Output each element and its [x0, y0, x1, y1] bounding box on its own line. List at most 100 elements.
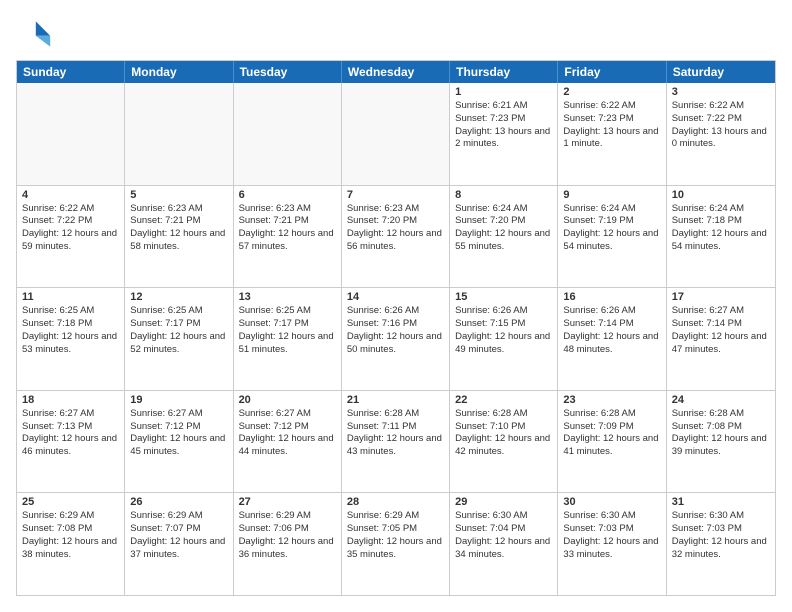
info-line: Sunrise: 6:21 AM	[455, 100, 527, 111]
info-line: Daylight: 13 hours and 2 minutes.	[455, 126, 550, 150]
day-info: Sunrise: 6:28 AMSunset: 7:10 PMDaylight:…	[455, 408, 552, 459]
info-line: Sunrise: 6:25 AM	[22, 305, 94, 316]
day-cell-4: 4Sunrise: 6:22 AMSunset: 7:22 PMDaylight…	[17, 186, 125, 288]
info-line: Sunset: 7:16 PM	[347, 318, 417, 329]
day-cell-24: 24Sunrise: 6:28 AMSunset: 7:08 PMDayligh…	[667, 391, 775, 493]
info-line: Daylight: 12 hours and 43 minutes.	[347, 433, 442, 457]
info-line: Sunrise: 6:29 AM	[130, 510, 202, 521]
info-line: Sunset: 7:08 PM	[672, 421, 742, 432]
day-cell-2: 2Sunrise: 6:22 AMSunset: 7:23 PMDaylight…	[558, 83, 666, 185]
day-cell-15: 15Sunrise: 6:26 AMSunset: 7:15 PMDayligh…	[450, 288, 558, 390]
info-line: Sunrise: 6:27 AM	[130, 408, 202, 419]
day-info: Sunrise: 6:24 AMSunset: 7:20 PMDaylight:…	[455, 203, 552, 254]
info-line: Sunset: 7:10 PM	[455, 421, 525, 432]
day-number: 19	[130, 394, 227, 406]
day-info: Sunrise: 6:24 AMSunset: 7:18 PMDaylight:…	[672, 203, 770, 254]
day-cell-8: 8 Sunrise: 6:24 AMSunset: 7:20 PMDaylight…	[450, 186, 558, 288]
day-cell-26: 26Sunrise: 6:29 AMSunset: 7:07 PMDayligh…	[125, 493, 233, 595]
day-info: Sunrise: 6:27 AMSunset: 7:13 PMDaylight:…	[22, 408, 119, 459]
info-line: Daylight: 12 hours and 33 minutes.	[563, 536, 658, 560]
day-info: Sunrise: 6:23 AMSunset: 7:21 PMDaylight:…	[239, 203, 336, 254]
info-line: Daylight: 12 hours and 52 minutes.	[130, 331, 225, 355]
info-line: Sunrise: 6:28 AM	[563, 408, 635, 419]
day-info: Sunrise: 6:22 AMSunset: 7:23 PMDaylight:…	[563, 100, 660, 151]
info-line: Sunset: 7:14 PM	[563, 318, 633, 329]
day-cell-14: 14Sunrise: 6:26 AMSunset: 7:16 PMDayligh…	[342, 288, 450, 390]
header-day-friday: Friday	[558, 61, 666, 83]
day-info: Sunrise: 6:23 AMSunset: 7:21 PMDaylight:…	[130, 203, 227, 254]
day-cell-27: 27Sunrise: 6:29 AMSunset: 7:06 PMDayligh…	[234, 493, 342, 595]
day-number: 21	[347, 394, 444, 406]
day-number: 8	[455, 189, 552, 201]
info-line: Sunrise: 6:29 AM	[22, 510, 94, 521]
day-number: 12	[130, 291, 227, 303]
info-line: Sunset: 7:19 PM	[563, 215, 633, 226]
header	[16, 16, 776, 52]
day-number: 10	[672, 189, 770, 201]
info-line: Sunset: 7:03 PM	[672, 523, 742, 534]
header-day-thursday: Thursday	[450, 61, 558, 83]
info-line: Sunrise: 6:25 AM	[239, 305, 311, 316]
day-cell-10: 10 Sunrise: 6:24 AMSunset: 7:18 PMDayligh…	[667, 186, 775, 288]
day-info: Sunrise: 6:22 AMSunset: 7:22 PMDaylight:…	[22, 203, 119, 254]
day-cell-28: 28Sunrise: 6:29 AMSunset: 7:05 PMDayligh…	[342, 493, 450, 595]
day-info: Sunrise: 6:26 AMSunset: 7:14 PMDaylight:…	[563, 305, 660, 356]
info-line: Daylight: 12 hours and 45 minutes.	[130, 433, 225, 457]
day-info: Sunrise: 6:27 AMSunset: 7:14 PMDaylight:…	[672, 305, 770, 356]
info-line: Daylight: 13 hours and 0 minutes.	[672, 126, 767, 150]
info-line: Sunrise: 6:28 AM	[455, 408, 527, 419]
day-info: Sunrise: 6:29 AMSunset: 7:08 PMDaylight:…	[22, 510, 119, 561]
header-day-wednesday: Wednesday	[342, 61, 450, 83]
day-info: Sunrise: 6:27 AMSunset: 7:12 PMDaylight:…	[130, 408, 227, 459]
info-line: Sunset: 7:05 PM	[347, 523, 417, 534]
info-line: Daylight: 12 hours and 48 minutes.	[563, 331, 658, 355]
day-cell-30: 30Sunrise: 6:30 AMSunset: 7:03 PMDayligh…	[558, 493, 666, 595]
info-line: Daylight: 12 hours and 34 minutes.	[455, 536, 550, 560]
info-line: Sunrise: 6:30 AM	[672, 510, 744, 521]
header-day-monday: Monday	[125, 61, 233, 83]
info-line: Sunset: 7:22 PM	[672, 113, 742, 124]
info-line: Daylight: 12 hours and 49 minutes.	[455, 331, 550, 355]
info-line: Daylight: 12 hours and 37 minutes.	[130, 536, 225, 560]
info-line: Daylight: 12 hours and 54 minutes.	[672, 228, 767, 252]
info-line: Sunrise: 6:30 AM	[455, 510, 527, 521]
info-line: Daylight: 12 hours and 51 minutes.	[239, 331, 334, 355]
info-line: Sunset: 7:13 PM	[22, 421, 92, 432]
logo	[16, 16, 56, 52]
info-line: Sunset: 7:17 PM	[130, 318, 200, 329]
info-line: Sunrise: 6:24 AM	[672, 203, 744, 214]
info-line: Sunrise: 6:27 AM	[239, 408, 311, 419]
info-line: Sunset: 7:08 PM	[22, 523, 92, 534]
info-line: Sunrise: 6:22 AM	[563, 100, 635, 111]
day-number: 22	[455, 394, 552, 406]
day-info: Sunrise: 6:28 AMSunset: 7:11 PMDaylight:…	[347, 408, 444, 459]
info-line: Daylight: 12 hours and 53 minutes.	[22, 331, 117, 355]
info-line: Sunrise: 6:28 AM	[672, 408, 744, 419]
calendar-week-3: 11 Sunrise: 6:25 AM Sunset: 7:18 PM Dayligh…	[17, 287, 775, 390]
day-cell-11: 11 Sunrise: 6:25 AM Sunset: 7:18 PM Dayligh…	[17, 288, 125, 390]
empty-cell	[17, 83, 125, 185]
day-info: Sunrise: 6:30 AM Sunset: 7:03 PM Daylight:…	[672, 510, 770, 561]
day-info: Sunrise: 6:25 AMSunset: 7:17 PMDaylight:…	[130, 305, 227, 356]
info-line: Sunset: 7:11 PM	[347, 421, 417, 432]
info-line: Sunset: 7:15 PM	[455, 318, 525, 329]
info-line: Sunset: 7:21 PM	[239, 215, 309, 226]
day-number: 11	[22, 291, 119, 303]
day-cell-31: 31Sunrise: 6:30 AMSunset: 7:03 PMDayligh…	[667, 493, 775, 595]
info-line: Sunset: 7:18 PM	[22, 318, 92, 329]
day-info: Sunrise: 6:24 AMSunset: 7:19 PMDaylight:…	[563, 203, 660, 254]
day-number: 23	[563, 394, 660, 406]
day-info: Sunrise: 6:27 AMSunset: 7:12 PMDaylight:…	[239, 408, 336, 459]
info-line: Daylight: 12 hours and 32 minutes.	[672, 536, 767, 560]
day-cell-12: 12 Sunrise: 6:25 AMSunset: 7:17 PMDayligh…	[125, 288, 233, 390]
info-line: Daylight: 12 hours and 55 minutes.	[455, 228, 550, 252]
day-cell-25: 25Sunrise: 6:29 AMSunset: 7:08 PMDayligh…	[17, 493, 125, 595]
info-line: Daylight: 13 hours and 1 minute.	[563, 126, 658, 150]
day-cell-22: 22Sunrise: 6:28 AMSunset: 7:10 PMDayligh…	[450, 391, 558, 493]
calendar-week-5: 25Sunrise: 6:29 AMSunset: 7:08 PMDayligh…	[17, 492, 775, 595]
calendar: SundayMondayTuesdayWednesdayThursdayFrid…	[16, 60, 776, 596]
info-line: Sunrise: 6:27 AM	[672, 305, 744, 316]
day-number: 6	[239, 189, 336, 201]
info-line: Sunrise: 6:26 AM	[347, 305, 419, 316]
day-number: 1	[455, 86, 552, 98]
